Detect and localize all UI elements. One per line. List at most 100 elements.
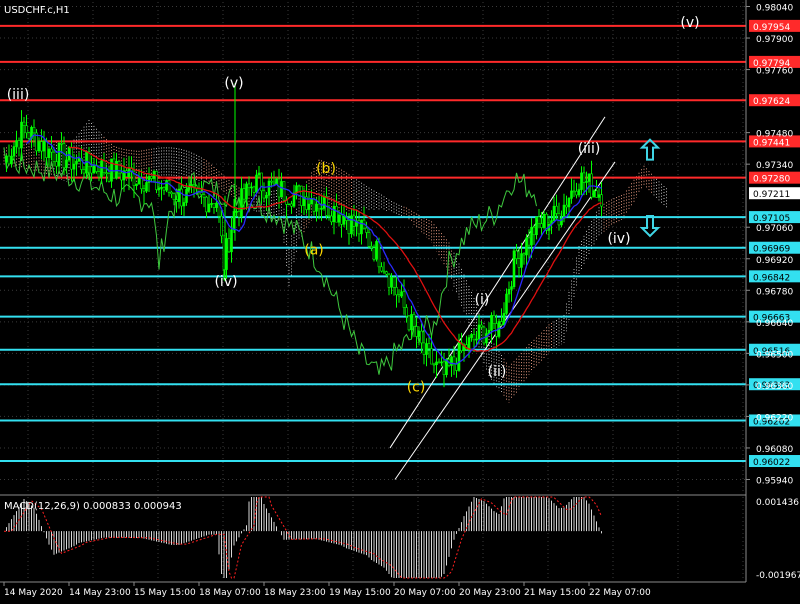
candle-body [520,253,523,268]
candle-body [47,148,51,158]
candle-body [22,121,26,127]
candle-body [502,313,506,326]
candle-body [577,189,581,196]
candle-body [272,181,276,185]
time-tick-label: 21 May 15:00 [524,588,586,598]
candle-body [137,178,141,185]
candle-body [240,188,243,218]
candle-body [45,141,48,158]
candle-body [572,190,576,193]
candle-body [350,215,353,235]
candle-body [457,342,461,371]
candle-body [450,356,453,366]
candle-body [552,205,556,221]
candle-body [67,147,71,161]
candle-body [337,214,341,223]
price-tick-label: 0.96220 [756,413,793,423]
candle-body [430,348,433,365]
candle-body [375,241,378,260]
current-price-label: 0.97211 [753,190,790,200]
candle-body [522,253,526,256]
candle-body [315,203,318,212]
candle-body [600,194,603,207]
candle-body [535,216,538,236]
candle-body [250,186,253,189]
candle-body [442,361,446,375]
candle-body [290,203,293,207]
candle-body [517,258,521,268]
candle-body [570,190,573,199]
time-tick-label: 20 May 23:00 [459,588,521,598]
candle-body [17,140,21,149]
candle-body [492,315,496,324]
candle-body [280,181,283,198]
candle-body [287,203,291,206]
time-tick-label: 22 May 07:00 [589,588,651,598]
candle-body [267,180,271,196]
support-level-tag-label: 0.97105 [753,214,790,224]
candle-body [542,213,546,228]
candle-body [512,250,516,288]
candle-body [135,183,138,187]
candle-body [377,241,381,268]
price-tick-label: 0.96080 [756,445,793,455]
candle-body [15,140,18,147]
candle-body [60,142,63,145]
candle-body [400,291,403,297]
candle-body [50,148,53,153]
candle-body [557,213,561,226]
candle-body [75,160,78,165]
candle-body [427,343,431,349]
candle-body [475,338,478,341]
candle-body [52,151,56,162]
candle-body [347,220,351,235]
candle-body [575,190,578,196]
candle-body [92,164,96,174]
candle-body [100,160,103,178]
candle-body [320,208,323,210]
candle-body [562,204,566,219]
candle-body [595,190,598,198]
chart-window: 0.97954 0.97794 0.97624 0.97441 0.97280 0.971… [0,0,800,600]
candle-body [340,214,343,225]
candle-body [470,334,473,338]
candle-body [420,330,423,344]
candle-body [57,142,61,167]
candle-body [410,314,413,331]
candle-body [405,307,408,317]
support-level-tag-label: 0.96022 [753,458,790,468]
candle-body [235,211,238,213]
candle-body [332,206,336,223]
candle-body [7,155,11,165]
candle-body [580,172,583,190]
candle-body [342,216,346,225]
candle-body [205,196,208,213]
wave-label: (iii) [7,87,30,103]
candle-body [25,125,28,134]
price-tick-label: 0.97760 [756,67,793,77]
candle-body [212,203,216,208]
candle-body [207,203,211,213]
candle-body [62,143,66,168]
candle-body [540,223,543,228]
resistance-level-tag-label: 0.97954 [753,23,790,33]
candle-body [567,198,571,208]
candle-body [312,198,316,212]
resistance-level-tag-label: 0.97280 [753,175,790,185]
candle-body [210,203,213,205]
candle-body [97,171,101,178]
candle-body [402,291,406,308]
candle-body [425,343,428,355]
time-tick-label: 18 May 07:00 [199,588,261,598]
candle-body [237,211,241,218]
resistance-level-tag-label: 0.97441 [753,138,790,148]
candle-body [242,188,246,200]
candle-body [370,246,373,249]
candle-body [277,178,281,198]
candle-body [142,188,146,192]
candle-body [90,166,93,174]
candle-body [175,199,178,202]
candle-body [182,202,186,207]
wave-label: (iv) [214,274,237,290]
candle-body [167,180,171,193]
